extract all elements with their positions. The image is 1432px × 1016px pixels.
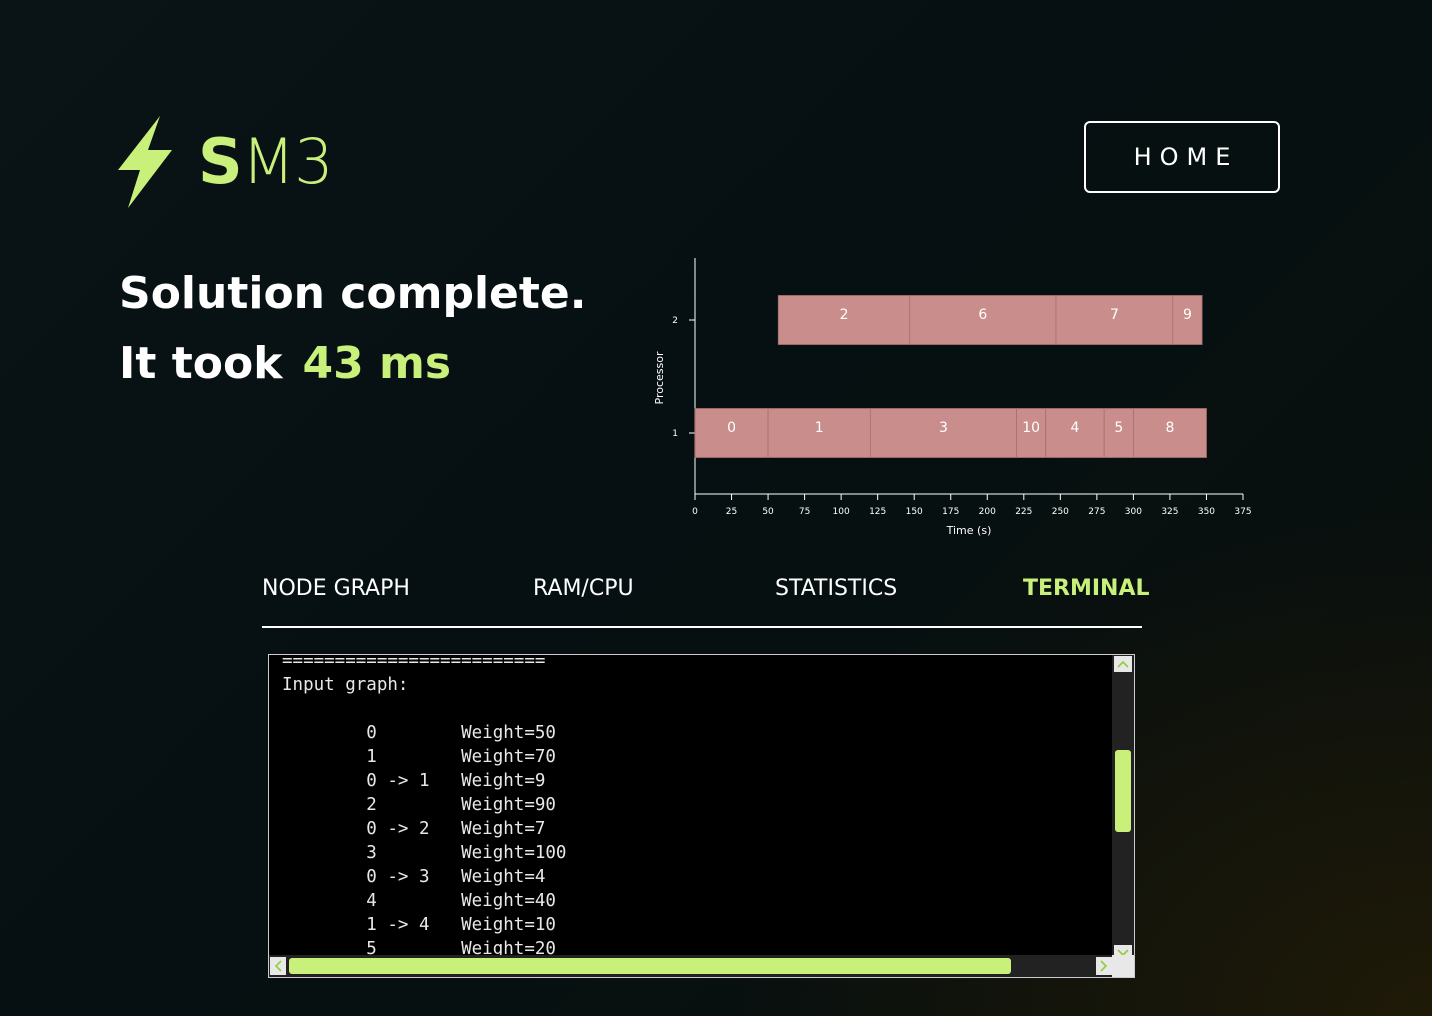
x-tick-label: 150 [906,507,923,517]
x-tick-label: 0 [692,507,698,517]
solution-status: Solution complete. [119,268,587,319]
logo-text: SM3 [198,131,334,193]
gantt-bar-label: 0 [727,420,736,436]
x-tick-label: 175 [942,507,959,517]
y-tick-label: 1 [672,429,678,439]
scroll-up-icon[interactable] [1114,656,1132,672]
x-tick-label: 50 [762,507,774,517]
x-tick-label: 350 [1198,507,1215,517]
x-tick-label: 125 [869,507,886,517]
gantt-bar-label: 7 [1110,307,1119,323]
gantt-bar-label: 1 [815,420,824,436]
terminal-text-area[interactable]: ========================= Input graph: 0 … [282,654,1112,957]
terminal-line: 1 -> 4 Weight=10 [282,915,556,935]
x-tick-label: 250 [1052,507,1069,517]
gantt-bar-label: 10 [1022,420,1040,436]
terminal-line: 4 Weight=40 [282,891,556,911]
logo-s: S [198,125,243,198]
x-tick-label: 100 [833,507,850,517]
home-button[interactable]: HOME [1084,121,1280,193]
logo-m3: M3 [241,125,334,198]
duration-prefix: It took [119,338,283,389]
gantt-bar-label: 3 [939,420,948,436]
terminal-line: Input graph: [282,675,409,695]
x-tick-label: 325 [1161,507,1178,517]
horizontal-scroll-thumb[interactable] [289,958,1011,974]
vertical-scrollbar[interactable] [1112,655,1134,961]
tab-bar: NODE GRAPH RAM/CPU STATISTICS TERMINAL [262,572,1150,628]
terminal-line: 0 Weight=50 [282,723,556,743]
x-tick-label: 375 [1234,507,1251,517]
logo: SM3 [116,116,334,208]
vertical-scroll-thumb[interactable] [1115,750,1131,832]
tab-node-graph[interactable]: NODE GRAPH [262,576,410,601]
result-headline: Solution complete. It took 43 ms [119,266,586,392]
gantt-bar-label: 2 [840,307,849,323]
y-axis-label: Processor [653,351,666,404]
gantt-bar-label: 6 [978,307,987,323]
terminal-output[interactable]: ========================= Input graph: 0 … [268,654,1135,978]
terminal-text: ========================= Input graph: 0 … [282,654,1112,957]
x-axis-label: Time (s) [946,524,992,537]
terminal-line: 5 Weight=20 [282,939,556,957]
scroll-left-icon[interactable] [270,957,286,975]
duration-line: It took 43 ms [119,336,586,392]
gantt-bar-label: 4 [1070,420,1079,436]
terminal-line: 1 Weight=70 [282,747,556,767]
x-tick-label: 300 [1125,507,1142,517]
scrollbar-corner [1112,955,1134,977]
x-tick-label: 275 [1088,507,1105,517]
x-tick-label: 200 [979,507,996,517]
duration-value: 43 ms [302,338,452,389]
terminal-line: 3 Weight=100 [282,843,567,863]
gantt-chart: 0 25 50 75 100 125 150 175 200 225 250 275 300 325 350… [653,258,1252,537]
gantt-bar-label: 5 [1114,420,1123,436]
terminal-line: ========================= [282,654,546,671]
terminal-line: 2 Weight=90 [282,795,556,815]
tab-ram-cpu[interactable]: RAM/CPU [533,576,634,601]
horizontal-scrollbar[interactable] [269,955,1112,977]
terminal-line: 0 -> 1 Weight=9 [282,771,546,791]
tab-terminal[interactable]: TERMINAL [1023,576,1150,601]
gantt-bar-label: 8 [1165,420,1174,436]
x-tick-label: 75 [799,507,810,517]
gantt-bar-label: 9 [1183,307,1192,323]
x-tick-label: 225 [1015,507,1032,517]
tab-statistics[interactable]: STATISTICS [775,576,897,601]
terminal-line: 0 -> 3 Weight=4 [282,867,546,887]
lightning-bolt-icon [118,116,172,208]
x-tick-label: 25 [726,507,737,517]
terminal-line: 0 -> 2 Weight=7 [282,819,546,839]
y-tick-label: 2 [672,316,678,326]
scroll-right-icon[interactable] [1096,957,1112,975]
